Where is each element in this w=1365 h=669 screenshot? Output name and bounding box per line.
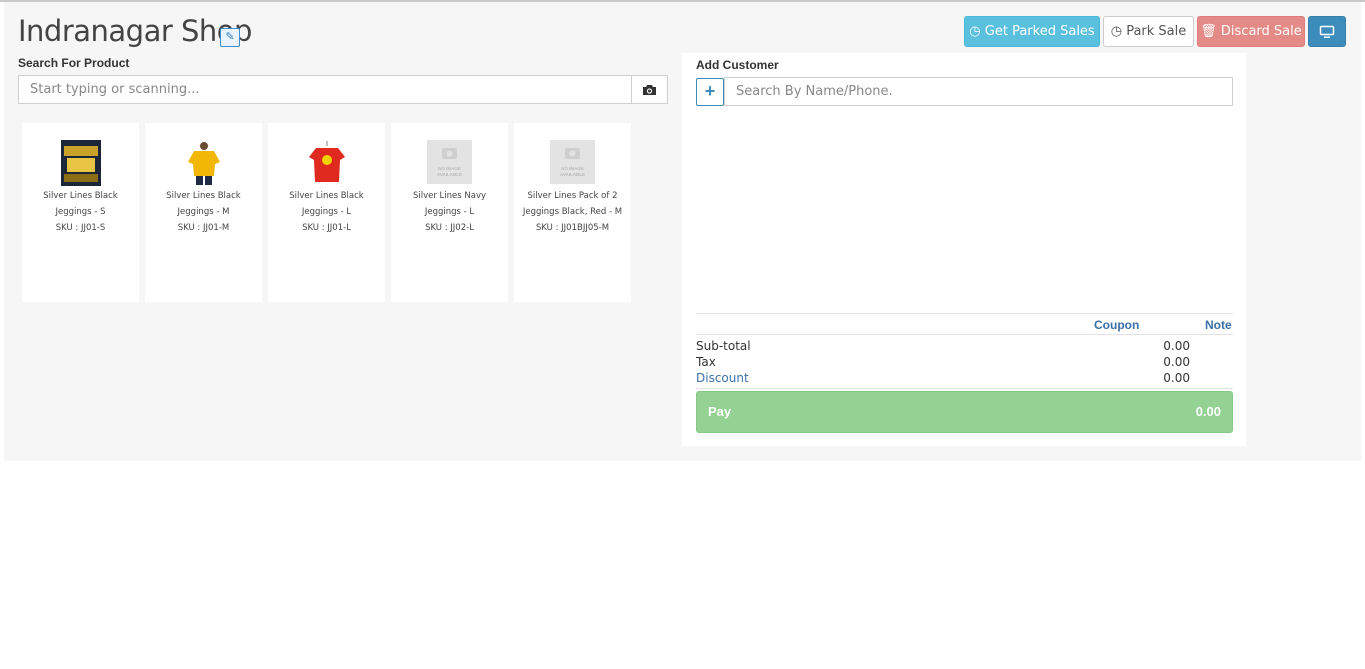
product-card[interactable]: NO IMAGE AVAILABLE Silver Lines Navy Jeg… <box>391 123 508 302</box>
discount-value: 0.00 <box>1163 371 1190 385</box>
product-sku: SKU : JJ02-L <box>425 223 474 233</box>
product-search-input[interactable] <box>18 75 632 104</box>
product-sku: SKU : JJ01-L <box>302 223 351 233</box>
product-card[interactable]: Silver Lines Black Jeggings - S SKU : JJ… <box>22 123 139 302</box>
divider <box>696 313 1233 314</box>
get-parked-sales-label: Get Parked Sales <box>984 24 1095 39</box>
pay-label: Pay <box>708 404 732 419</box>
product-info: Silver Lines Black Jeggings - L SKU : JJ… <box>272 188 381 236</box>
customer-display-button[interactable] <box>1308 16 1346 47</box>
tax-value: 0.00 <box>1163 355 1190 369</box>
add-customer-button[interactable]: + <box>696 78 724 106</box>
page-title: Indranagar Shop <box>18 14 252 48</box>
product-info: Silver Lines Black Jeggings - S SKU : JJ… <box>26 188 135 236</box>
product-name: Silver Lines Black Jeggings - S <box>43 191 118 217</box>
monitor-icon <box>1319 25 1335 38</box>
park-sale-button[interactable]: ◷ Park Sale <box>1103 16 1194 47</box>
clock-icon: ◷ <box>969 24 981 39</box>
product-sku: SKU : JJ01-M <box>177 223 230 233</box>
discount-link[interactable]: Discount <box>696 371 749 385</box>
product-image <box>184 140 224 186</box>
product-card[interactable]: NO IMAGE AVAILABLE Silver Lines Pack of … <box>514 123 631 302</box>
subtotal-label: Sub-total <box>696 339 751 353</box>
subtotal-value: 0.00 <box>1163 339 1190 353</box>
divider <box>696 388 1233 389</box>
product-sku: SKU : JJ01BJJ05-M <box>535 223 610 233</box>
product-info: Silver Lines Navy Jeggings - L SKU : JJ0… <box>395 188 504 236</box>
pay-button[interactable]: Pay 0.00 <box>696 391 1233 433</box>
product-name: Silver Lines Navy Jeggings - L <box>412 191 487 217</box>
coupon-link[interactable]: Coupon <box>1094 318 1139 332</box>
trash-icon: 🗑 <box>1200 24 1217 39</box>
no-image-placeholder: NO IMAGE AVAILABLE <box>427 140 472 184</box>
tax-label: Tax <box>696 355 716 369</box>
no-image-placeholder: NO IMAGE AVAILABLE <box>550 140 595 184</box>
svg-text:NO IMAGE: NO IMAGE <box>561 166 584 171</box>
product-sku: SKU : JJ01-S <box>55 223 106 233</box>
svg-text:AVAILABLE: AVAILABLE <box>560 172 585 177</box>
camera-icon <box>643 84 656 95</box>
divider <box>696 334 1233 335</box>
park-sale-label: Park Sale <box>1126 24 1187 39</box>
product-image <box>61 140 101 186</box>
discount-row: Discount 0.00 <box>696 371 1190 387</box>
pencil-icon: ✎ <box>225 31 235 43</box>
clock-icon: ◷ <box>1110 24 1123 39</box>
product-info: Silver Lines Pack of 2 Jeggings Black, R… <box>518 188 627 236</box>
product-image <box>307 140 347 186</box>
svg-text:AVAILABLE: AVAILABLE <box>437 172 462 177</box>
add-customer-label: Add Customer <box>696 58 779 72</box>
product-info: Silver Lines Black Jeggings - M SKU : JJ… <box>149 188 258 236</box>
subtotal-row: Sub-total 0.00 <box>696 339 1190 355</box>
discard-sale-label: Discard Sale <box>1220 24 1302 39</box>
note-link[interactable]: Note <box>1205 318 1232 332</box>
pay-total: 0.00 <box>1195 404 1221 419</box>
product-name: Silver Lines Black Jeggings - L <box>289 191 364 217</box>
product-card[interactable]: Silver Lines Black Jeggings - M SKU : JJ… <box>145 123 262 302</box>
plus-icon: + <box>704 81 716 101</box>
edit-title-button[interactable]: ✎ <box>220 28 240 47</box>
discard-sale-button[interactable]: 🗑 Discard Sale <box>1197 16 1305 47</box>
svg-text:NO IMAGE: NO IMAGE <box>438 166 461 171</box>
tax-row: Tax 0.00 <box>696 355 1190 371</box>
product-card[interactable]: Silver Lines Black Jeggings - L SKU : JJ… <box>268 123 385 302</box>
get-parked-sales-button[interactable]: ◷ Get Parked Sales <box>964 16 1100 47</box>
customer-search-input[interactable] <box>724 77 1233 106</box>
search-product-label: Search For Product <box>18 56 130 70</box>
scan-camera-button[interactable] <box>631 75 668 104</box>
product-name: Silver Lines Pack of 2 Jeggings Black, R… <box>522 191 623 217</box>
product-name: Silver Lines Black Jeggings - M <box>166 191 241 217</box>
